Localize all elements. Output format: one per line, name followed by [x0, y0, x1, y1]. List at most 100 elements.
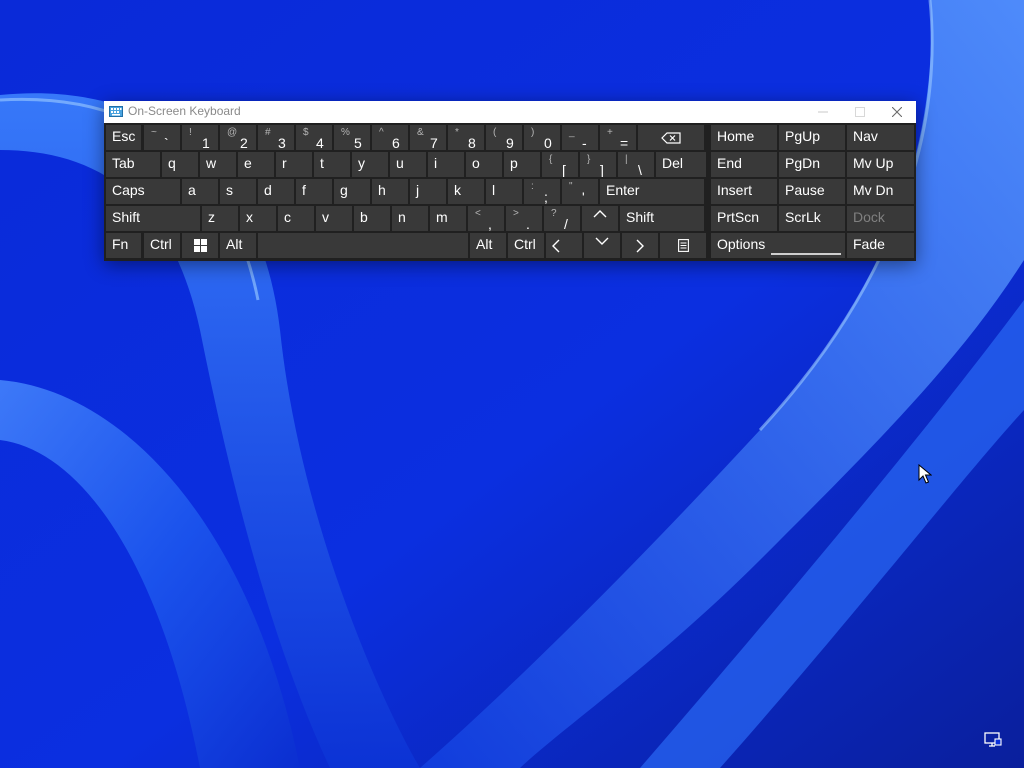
minimize-button[interactable]	[804, 101, 842, 123]
key-symbol: .	[526, 216, 530, 231]
key-symbol: `	[164, 135, 169, 150]
key-u[interactable]: u	[390, 152, 426, 177]
key-label: Del	[662, 155, 684, 171]
key-h[interactable]: h	[372, 179, 408, 204]
key-alt-left[interactable]: Alt	[220, 233, 256, 258]
key-p[interactable]: p	[504, 152, 540, 177]
key-minus[interactable]: _ -	[562, 125, 598, 150]
key-scrlk[interactable]: ScrLk	[779, 206, 845, 231]
key-x[interactable]: x	[240, 206, 276, 231]
key-esc[interactable]: Esc	[106, 125, 141, 150]
key-tab[interactable]: Tab	[106, 152, 160, 177]
key-ctrl-right[interactable]: Ctrl	[508, 233, 544, 258]
key-z[interactable]: z	[202, 206, 238, 231]
key-9[interactable]: (9	[486, 125, 522, 150]
key-equals[interactable]: + =	[600, 125, 636, 150]
key-arrow-up[interactable]	[582, 206, 618, 231]
key-symbol: 4	[316, 135, 324, 150]
key-fn[interactable]: Fn	[106, 233, 141, 258]
key-4[interactable]: $4	[296, 125, 332, 150]
key-alt-right[interactable]: Alt	[470, 233, 506, 258]
key-c[interactable]: c	[278, 206, 314, 231]
title-bar[interactable]: On-Screen Keyboard	[104, 101, 916, 123]
key-0[interactable]: ) 0	[524, 125, 560, 150]
key-label: Esc	[112, 128, 136, 144]
key-symbol: 2	[240, 135, 248, 150]
key-1[interactable]: ! 1	[182, 125, 218, 150]
key-arrow-left[interactable]	[546, 233, 582, 258]
key-arrow-down[interactable]	[584, 233, 620, 258]
close-button[interactable]	[878, 101, 916, 123]
key-lbracket[interactable]: {[	[542, 152, 578, 177]
key-label: Shift	[626, 209, 655, 225]
key-symbol: 0	[544, 135, 552, 150]
remote-display-icon[interactable]	[984, 732, 1002, 748]
key-s[interactable]: s	[220, 179, 256, 204]
key-rbracket[interactable]: }]	[580, 152, 616, 177]
maximize-button[interactable]	[841, 101, 879, 123]
key-t[interactable]: t	[314, 152, 350, 177]
key-e[interactable]: e	[238, 152, 274, 177]
key-o[interactable]: o	[466, 152, 502, 177]
key-slash[interactable]: ? /	[544, 206, 580, 231]
key-quote[interactable]: " '	[562, 179, 598, 204]
key-f[interactable]: f	[296, 179, 332, 204]
key-semicolon[interactable]: :;	[524, 179, 560, 204]
chevron-right-icon	[622, 233, 658, 258]
key-q[interactable]: q	[162, 152, 198, 177]
key-label: Tab	[112, 155, 135, 171]
key-5[interactable]: % 5	[334, 125, 370, 150]
key-period[interactable]: >.	[506, 206, 542, 231]
key-r[interactable]: r	[276, 152, 312, 177]
key-7[interactable]: & 7	[410, 125, 446, 150]
key-2[interactable]: @2	[220, 125, 256, 150]
key-a[interactable]: a	[182, 179, 218, 204]
key-ctrl-left[interactable]: Ctrl	[144, 233, 180, 258]
key-mvdn[interactable]: Mv Dn	[847, 179, 914, 204]
key-6[interactable]: ^ 6	[372, 125, 408, 150]
key-y[interactable]: y	[352, 152, 388, 177]
key-enter[interactable]: Enter	[600, 179, 704, 204]
key-b[interactable]: b	[354, 206, 390, 231]
window-title: On-Screen Keyboard	[128, 104, 241, 118]
key-mvup[interactable]: Mv Up	[847, 152, 914, 177]
key-w[interactable]: w	[200, 152, 236, 177]
key-home[interactable]: Home	[711, 125, 777, 150]
key-backtick[interactable]: ~ `	[144, 125, 180, 150]
key-l[interactable]: l	[486, 179, 522, 204]
key-backspace[interactable]	[638, 125, 704, 150]
key-menu[interactable]	[660, 233, 706, 258]
key-shift-right[interactable]: Shift	[620, 206, 704, 231]
key-comma[interactable]: <,	[468, 206, 504, 231]
key-symbol: ]	[600, 162, 604, 177]
key-end[interactable]: End	[711, 152, 777, 177]
key-nav[interactable]: Nav	[847, 125, 914, 150]
key-symbol: 6	[392, 135, 400, 150]
key-arrow-right[interactable]	[622, 233, 658, 258]
key-prtscn[interactable]: PrtScn	[711, 206, 777, 231]
key-shift-left[interactable]: Shift	[106, 206, 200, 231]
key-backslash[interactable]: | \	[618, 152, 654, 177]
key-k[interactable]: k	[448, 179, 484, 204]
key-fade[interactable]: Fade	[847, 233, 914, 258]
key-pgup[interactable]: PgUp	[779, 125, 845, 150]
key-caps[interactable]: Caps	[106, 179, 180, 204]
key-m[interactable]: m	[430, 206, 466, 231]
key-v[interactable]: v	[316, 206, 352, 231]
key-pgdn[interactable]: PgDn	[779, 152, 845, 177]
key-space[interactable]	[258, 233, 468, 258]
key-g[interactable]: g	[334, 179, 370, 204]
key-del[interactable]: Del	[656, 152, 706, 177]
key-pause[interactable]: Pause	[779, 179, 845, 204]
key-8[interactable]: * 8	[448, 125, 484, 150]
key-j[interactable]: j	[410, 179, 446, 204]
key-shift-symbol: !	[189, 127, 192, 138]
key-dock[interactable]: Dock	[847, 206, 914, 231]
key-n[interactable]: n	[392, 206, 428, 231]
key-insert[interactable]: Insert	[711, 179, 777, 204]
key-i[interactable]: i	[428, 152, 464, 177]
key-d[interactable]: d	[258, 179, 294, 204]
key-3[interactable]: #3	[258, 125, 294, 150]
key-options[interactable]: Options	[711, 233, 845, 258]
key-win[interactable]	[182, 233, 218, 258]
